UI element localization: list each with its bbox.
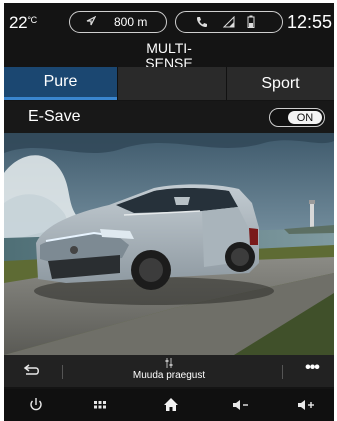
adjust-current-button[interactable]: Muuda praegust bbox=[104, 358, 234, 383]
home-button[interactable] bbox=[159, 395, 183, 415]
multisense-screen: 22°C 800 m 12:55 MULTI- SENSE Pure Sport… bbox=[4, 3, 334, 421]
drive-mode-tabs: Pure Sport bbox=[4, 67, 334, 100]
navigation-pill[interactable]: 800 m bbox=[69, 11, 167, 33]
separator bbox=[282, 365, 283, 379]
mode-pure-button[interactable]: Pure bbox=[4, 67, 117, 100]
mode-pure-label: Pure bbox=[43, 73, 78, 90]
signal-strength-icon bbox=[222, 15, 235, 31]
sliders-icon bbox=[104, 358, 234, 369]
temperature-value: 22 bbox=[9, 13, 28, 32]
separator bbox=[62, 365, 63, 379]
esave-label: E-Save bbox=[28, 108, 81, 125]
action-bar: Muuda praegust ••• bbox=[4, 355, 334, 387]
clock: 12:55 bbox=[286, 12, 332, 32]
nav-distance: 800 m bbox=[114, 15, 148, 29]
volume-up-button[interactable] bbox=[294, 395, 318, 415]
mode-sport-button[interactable]: Sport bbox=[227, 67, 334, 100]
back-button[interactable] bbox=[18, 361, 44, 381]
temperature-unit: °C bbox=[27, 15, 37, 25]
bottom-navigation bbox=[4, 389, 334, 421]
esave-toggle-state: ON bbox=[288, 111, 322, 124]
volume-up-icon bbox=[298, 400, 314, 410]
power-icon bbox=[30, 398, 42, 411]
esave-row: E-Save ON bbox=[4, 101, 334, 133]
volume-down-button[interactable] bbox=[229, 395, 253, 415]
navigation-arrow-icon bbox=[86, 15, 97, 29]
mode-sport-label: Sport bbox=[261, 74, 300, 92]
status-bar: 22°C 800 m 12:55 bbox=[4, 3, 334, 41]
apps-grid-icon bbox=[94, 401, 106, 409]
phone-icon bbox=[196, 16, 208, 31]
temperature-readout: 22°C bbox=[9, 13, 37, 33]
page-title-line1: MULTI- bbox=[146, 40, 192, 56]
more-options-button[interactable]: ••• bbox=[302, 359, 322, 377]
adjust-current-label: Muuda praegust bbox=[132, 370, 206, 381]
power-button[interactable] bbox=[24, 395, 48, 415]
mode-illustration bbox=[4, 133, 334, 355]
volume-down-icon bbox=[233, 400, 248, 410]
battery-icon bbox=[247, 15, 255, 31]
phone-pill[interactable] bbox=[175, 11, 283, 33]
back-arrow-icon bbox=[23, 364, 39, 375]
mode-middle-button[interactable] bbox=[117, 67, 227, 100]
apps-button[interactable] bbox=[88, 395, 112, 415]
esave-toggle[interactable]: ON bbox=[269, 108, 325, 127]
lighthouse bbox=[310, 203, 314, 229]
home-icon bbox=[164, 398, 178, 411]
